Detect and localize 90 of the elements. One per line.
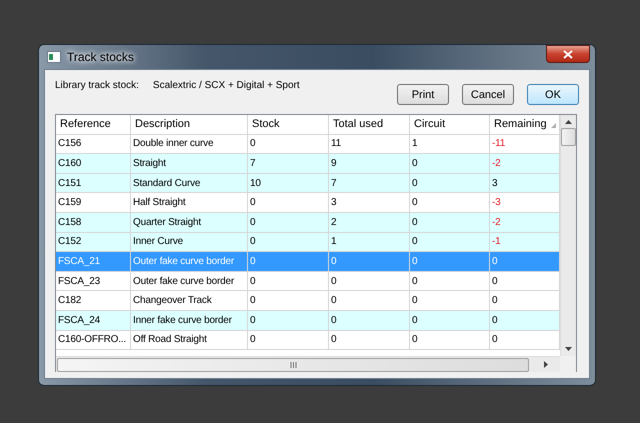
table-cell[interactable]: C151 xyxy=(56,174,131,194)
table-cell[interactable]: 2 xyxy=(329,212,410,233)
table-cell[interactable]: -11 xyxy=(490,134,560,154)
table-cell[interactable]: FSCA_23 xyxy=(56,272,131,292)
grip-icon xyxy=(290,362,296,368)
table-cell[interactable]: 0 xyxy=(329,330,410,350)
close-button[interactable] xyxy=(546,45,590,63)
table-cell[interactable]: C160-OFFRO... xyxy=(56,330,131,350)
table-cell[interactable]: 0 xyxy=(248,193,329,213)
table-cell[interactable]: -2 xyxy=(490,212,560,233)
table-cell[interactable]: 0 xyxy=(248,272,329,292)
table-cell[interactable]: Straight xyxy=(131,154,248,174)
table-cell[interactable]: 0 xyxy=(490,291,560,311)
table-cell[interactable]: 0 xyxy=(248,134,329,154)
column-header[interactable]: Description xyxy=(131,115,248,135)
column-header[interactable]: Remaining xyxy=(490,115,560,135)
table-cell[interactable]: C160 xyxy=(56,154,131,174)
table-cell[interactable]: Quarter Straight xyxy=(131,212,248,233)
table-cell[interactable]: 3 xyxy=(490,174,560,194)
column-header[interactable]: Reference xyxy=(56,115,131,135)
header-label: Remaining xyxy=(494,118,547,130)
horizontal-scrollbar[interactable] xyxy=(56,356,560,372)
up-arrow-icon xyxy=(565,120,572,124)
table-cell[interactable]: 9 xyxy=(329,154,410,174)
table-cell[interactable]: -1 xyxy=(490,232,560,252)
column-header[interactable]: Circuit xyxy=(410,115,490,135)
header-label: Total used xyxy=(333,118,384,130)
table-cell[interactable]: -3 xyxy=(490,193,560,213)
scroll-thumb[interactable] xyxy=(57,358,529,372)
close-icon xyxy=(563,50,573,58)
table-cell[interactable]: 0 xyxy=(248,232,329,252)
window-title: Track stocks xyxy=(67,50,135,64)
table-cell[interactable]: 0 xyxy=(248,291,329,311)
table-cell[interactable]: 3 xyxy=(329,193,410,213)
table-cell[interactable]: 0 xyxy=(248,310,329,331)
table-cell[interactable]: 0 xyxy=(410,232,490,252)
table-cell[interactable]: Standard Curve xyxy=(131,174,248,194)
header-label: Stock xyxy=(252,118,280,130)
table-cell[interactable]: 1 xyxy=(329,232,410,252)
table-cell[interactable]: 0 xyxy=(490,310,560,331)
table-cell[interactable]: 7 xyxy=(248,154,329,174)
scrollbar-corner xyxy=(560,356,576,372)
table-cell[interactable]: 0 xyxy=(329,272,410,292)
table-cell[interactable]: 0 xyxy=(329,291,410,311)
down-arrow-icon xyxy=(565,347,572,351)
header-label: Reference xyxy=(60,118,111,130)
table-cell[interactable]: 0 xyxy=(248,330,329,350)
table-cell[interactable]: 0 xyxy=(490,272,560,292)
table-cell[interactable]: Changeover Track xyxy=(131,291,248,311)
table-cell[interactable]: -2 xyxy=(490,154,560,174)
dialog-button[interactable]: OK xyxy=(527,84,579,105)
library-value: Scalextric / SCX + Digital + Sport xyxy=(152,80,301,91)
header-label: Circuit xyxy=(414,118,446,130)
table-cell[interactable]: Inner Curve xyxy=(131,232,248,252)
header-label: Description xyxy=(135,118,190,130)
table-cell[interactable]: Outer fake curve border xyxy=(131,272,248,292)
table-cell[interactable]: 0 xyxy=(410,291,490,311)
column-header[interactable]: Stock xyxy=(248,115,329,135)
vertical-scrollbar[interactable] xyxy=(560,115,576,356)
table-cell[interactable]: C156 xyxy=(56,134,131,154)
scroll-thumb[interactable] xyxy=(561,128,576,146)
table-cell[interactable]: 11 xyxy=(329,134,410,154)
table-cell[interactable]: C158 xyxy=(56,212,131,233)
table-cell[interactable]: 0 xyxy=(410,212,490,233)
table-cell[interactable]: Inner fake curve border xyxy=(131,310,248,331)
dialog-button[interactable]: Print xyxy=(397,84,449,105)
library-label: Library track stock: xyxy=(55,80,139,91)
table-cell[interactable]: 0 xyxy=(248,212,329,233)
table-cell[interactable]: Off Road Straight xyxy=(131,330,248,350)
table-cell[interactable]: 7 xyxy=(329,174,410,194)
table-cell[interactable]: FSCA_24 xyxy=(56,310,131,331)
right-arrow-icon xyxy=(544,361,548,368)
dialog-button[interactable]: Cancel xyxy=(462,84,514,105)
table-cell[interactable]: 0 xyxy=(410,193,490,213)
table-cell[interactable]: 0 xyxy=(490,330,560,350)
window-icon xyxy=(47,51,61,63)
table-cell[interactable]: 0 xyxy=(410,174,490,194)
column-header[interactable]: Total used xyxy=(329,115,410,135)
table-cell[interactable]: 0 xyxy=(410,154,490,174)
table-cell[interactable]: 1 xyxy=(410,134,490,154)
table-cell[interactable]: Half Straight xyxy=(131,193,248,213)
table-cell[interactable]: C152 xyxy=(56,232,131,252)
table-cell[interactable]: Double inner curve xyxy=(131,134,248,154)
table-cell[interactable]: 0 xyxy=(329,310,410,331)
table-cell[interactable]: C182 xyxy=(56,291,131,311)
table-cell[interactable]: 0 xyxy=(410,310,490,331)
table-cell[interactable]: C159 xyxy=(56,193,131,213)
table-cell[interactable]: 10 xyxy=(248,174,329,194)
table-cell[interactable]: 0 xyxy=(410,272,490,292)
table-cell[interactable]: 0 xyxy=(410,330,490,350)
